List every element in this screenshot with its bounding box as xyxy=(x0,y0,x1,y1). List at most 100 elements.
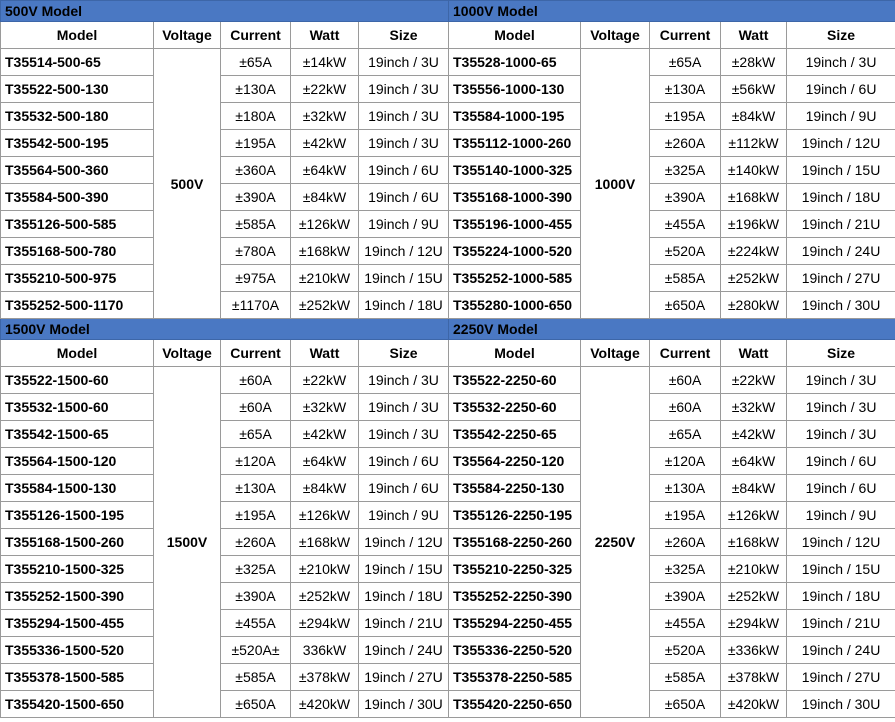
table-row: T355168-500-780 ±780A ±168kW 19inch / 12U T3… xyxy=(0,237,895,265)
watt-cell: ±294kW xyxy=(720,609,787,637)
size-cell: 19inch / 18U xyxy=(785,582,895,610)
model-cell: T35522-2250-60 xyxy=(448,366,581,394)
table-row: T35532-1500-60 ±60A ±32kW 19inch / 3U T35532… xyxy=(0,393,895,421)
model-cell: T35584-500-390 xyxy=(0,183,154,211)
watt-cell: ±168kW xyxy=(720,183,787,211)
column-header-watt: Watt xyxy=(290,339,359,367)
current-cell: ±585A xyxy=(220,663,291,691)
size-cell: 19inch / 30U xyxy=(358,690,449,718)
watt-cell: ±168kW xyxy=(290,528,359,556)
model-cell: T35532-1500-60 xyxy=(0,393,154,421)
model-cell: T35542-500-195 xyxy=(0,129,154,157)
current-cell: ±780A xyxy=(220,237,291,265)
model-cell: T355294-1500-455 xyxy=(0,609,154,637)
table-row: T355168-1500-260 ±260A ±168kW 19inch / 12U T… xyxy=(0,528,895,556)
current-cell: ±130A xyxy=(220,474,291,502)
column-header-watt: Watt xyxy=(290,21,359,49)
size-cell: 19inch / 6U xyxy=(785,447,895,475)
table-row: T35584-500-390 ±390A ±84kW 19inch / 6U T3551… xyxy=(0,183,895,211)
current-cell: ±390A xyxy=(649,183,721,211)
watt-cell: ±32kW xyxy=(290,102,359,130)
current-cell: ±180A xyxy=(220,102,291,130)
size-cell: 19inch / 3U xyxy=(785,420,895,448)
watt-cell: ±42kW xyxy=(290,129,359,157)
watt-cell: ±294kW xyxy=(290,609,359,637)
current-cell: ±650A xyxy=(220,690,291,718)
model-cell: T355140-1000-325 xyxy=(448,156,581,184)
model-cell: T355252-1500-390 xyxy=(0,582,154,610)
watt-cell: ±84kW xyxy=(290,183,359,211)
model-cell: T355210-500-975 xyxy=(0,264,154,292)
watt-cell: ±32kW xyxy=(720,393,787,421)
size-cell: 19inch / 21U xyxy=(785,609,895,637)
size-cell: 19inch / 24U xyxy=(358,636,449,664)
column-header-current: Current xyxy=(220,339,291,367)
size-cell: 19inch / 21U xyxy=(785,210,895,238)
table-row: T35532-500-180 ±180A ±32kW 19inch / 3U T3558… xyxy=(0,102,895,130)
size-cell: 19inch / 9U xyxy=(358,210,449,238)
model-cell: T35532-2250-60 xyxy=(448,393,581,421)
current-cell: ±390A xyxy=(220,183,291,211)
watt-cell: ±126kW xyxy=(290,501,359,529)
size-cell: 19inch / 12U xyxy=(358,237,449,265)
current-cell: ±260A xyxy=(649,129,721,157)
model-cell: T35542-2250-65 xyxy=(448,420,581,448)
current-cell: ±195A xyxy=(220,501,291,529)
size-cell: 19inch / 18U xyxy=(358,291,449,319)
size-cell: 19inch / 6U xyxy=(358,447,449,475)
watt-cell: ±84kW xyxy=(720,474,787,502)
size-cell: 19inch / 3U xyxy=(358,48,449,76)
model-cell: T355252-1000-585 xyxy=(448,264,581,292)
size-cell: 19inch / 12U xyxy=(358,528,449,556)
table-row: T355420-1500-650 ±650A ±420kW 19inch / 30U T… xyxy=(0,690,895,718)
column-header-size: Size xyxy=(358,339,449,367)
model-cell: T355252-2250-390 xyxy=(448,582,581,610)
model-cell: T355336-1500-520 xyxy=(0,636,154,664)
model-cell: T355294-2250-455 xyxy=(448,609,581,637)
table-row: T355252-500-1170 ±1170A ±252kW 19inch / 18U… xyxy=(0,291,895,319)
section-title-row: 500V Model 1000V Model xyxy=(0,0,895,22)
watt-cell: ±336kW xyxy=(720,636,787,664)
watt-cell: ±196kW xyxy=(720,210,787,238)
watt-cell: ±420kW xyxy=(720,690,787,718)
watt-cell: ±252kW xyxy=(720,264,787,292)
size-cell: 19inch / 3U xyxy=(785,366,895,394)
column-header-watt: Watt xyxy=(720,339,787,367)
current-cell: ±650A xyxy=(649,291,721,319)
model-cell: T35528-1000-65 xyxy=(448,48,581,76)
model-cell: T35584-1000-195 xyxy=(448,102,581,130)
table-row: T355126-500-585 ±585A ±126kW 19inch / 9U T35… xyxy=(0,210,895,238)
size-cell: 19inch / 27U xyxy=(785,663,895,691)
column-header-row: Model Voltage Current Watt Size Model Voltage C… xyxy=(0,21,895,49)
table-row: T355336-1500-520 ±520A± 336kW 19inch / 24U T… xyxy=(0,636,895,664)
size-cell: 19inch / 24U xyxy=(785,636,895,664)
size-cell: 19inch / 6U xyxy=(358,474,449,502)
watt-cell: ±210kW xyxy=(290,264,359,292)
size-cell: 19inch / 3U xyxy=(358,102,449,130)
size-cell: 19inch / 12U xyxy=(785,129,895,157)
size-cell: 19inch / 9U xyxy=(358,501,449,529)
table-row: T35522-500-130 ±130A ±22kW 19inch / 3U T3555… xyxy=(0,75,895,103)
size-cell: 19inch / 6U xyxy=(358,156,449,184)
model-cell: T35532-500-180 xyxy=(0,102,154,130)
current-cell: ±65A xyxy=(220,48,291,76)
model-cell: T35522-500-130 xyxy=(0,75,154,103)
current-cell: ±650A xyxy=(649,690,721,718)
size-cell: 19inch / 18U xyxy=(785,183,895,211)
spec-table-body: 500V Model 1000V Model Model Voltage Current… xyxy=(0,0,895,718)
current-cell: ±65A xyxy=(649,420,721,448)
watt-cell: ±168kW xyxy=(720,528,787,556)
column-header-size: Size xyxy=(785,339,895,367)
size-cell: 19inch / 27U xyxy=(785,264,895,292)
size-cell: 19inch / 6U xyxy=(785,75,895,103)
model-cell: T355126-1500-195 xyxy=(0,501,154,529)
voltage-cell: 1000V xyxy=(580,48,650,319)
watt-cell: ±42kW xyxy=(290,420,359,448)
table-row: T355210-500-975 ±975A ±210kW 19inch / 15U T3… xyxy=(0,264,895,292)
model-cell: T355112-1000-260 xyxy=(448,129,581,157)
model-spec-table: 500V Model 1000V Model Model Voltage Current… xyxy=(0,0,895,718)
watt-cell: ±378kW xyxy=(290,663,359,691)
table-row: T355252-1500-390 ±390A ±252kW 19inch / 18U T… xyxy=(0,582,895,610)
current-cell: ±60A xyxy=(220,393,291,421)
size-cell: 19inch / 15U xyxy=(785,555,895,583)
